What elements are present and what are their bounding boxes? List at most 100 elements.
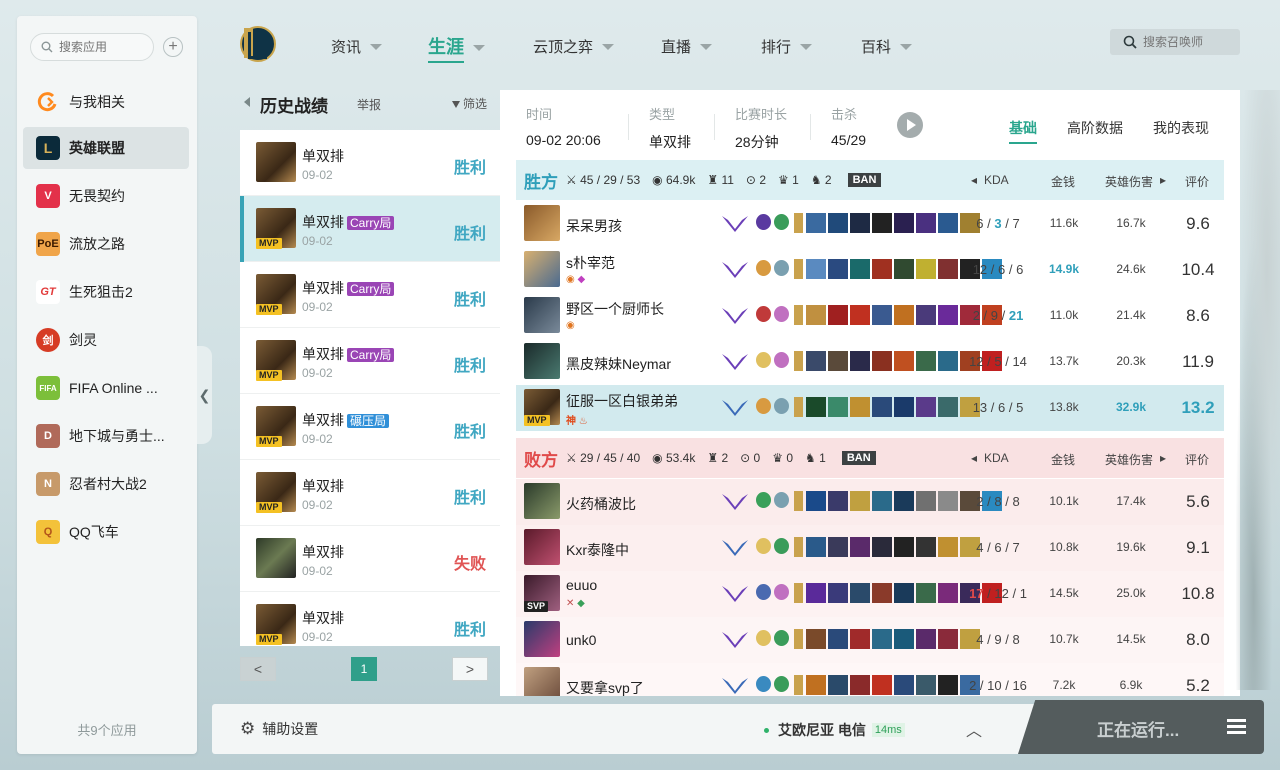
menu-icon[interactable] [1227, 719, 1246, 734]
match-row[interactable]: MVP 单双排 09-02 胜利 [240, 592, 500, 646]
inhibitor-icon: ⊙ [740, 451, 751, 465]
chevron-right-icon[interactable]: ▸ [1160, 451, 1166, 465]
team-inhibitors: ⊙ 0 [740, 451, 761, 465]
match-row[interactable]: MVP 单双排 Carry局 09-02 胜利 [240, 262, 500, 328]
running-status: 正在运行... [1097, 721, 1180, 740]
match-type: 单双排 Carry局 [302, 212, 395, 232]
mvp-badge: MVP [256, 370, 282, 381]
chevron-left-icon[interactable]: ◂ [971, 173, 977, 187]
runes [756, 676, 789, 692]
sidebar-item-qqspeed[interactable]: Q QQ飞车 [23, 511, 189, 553]
match-list: 单双排 09-02 胜利 MVP 单双排 Carry局 09-02 胜利 MVP … [240, 130, 500, 646]
sidebar-item-fifa[interactable]: FIFA FIFA Online ... [23, 367, 189, 409]
match-row[interactable]: MVP 单双排 09-02 胜利 [240, 460, 500, 526]
player-row-self[interactable]: MVP 征服一区白银弟弟 神 ♨ 13 / 6 / 5 13.8k 32.9k … [516, 385, 1224, 431]
player-kda: 2 / 8 / 8 [976, 494, 1020, 509]
sidebar-item-related[interactable]: 与我相关 [23, 81, 189, 123]
current-page[interactable]: 1 [351, 657, 377, 681]
player-score: 10.4 [1181, 260, 1215, 279]
filter-button[interactable]: 筛选 [452, 95, 487, 112]
sidebar-item-valorant[interactable]: V 无畏契约 [23, 175, 189, 217]
match-row[interactable]: 单双排 09-02 失败 [240, 526, 500, 592]
sidebar-item-dnf[interactable]: D 地下城与勇士... [23, 415, 189, 457]
player-row[interactable]: 黑皮辣妹Neymar 12 / 5 / 14 13.7k 20.3k 11.9 [516, 339, 1224, 385]
rank-emblem-icon [720, 350, 750, 374]
baron-icon: ♛ [772, 451, 783, 465]
nav-news[interactable]: 资讯 [331, 36, 383, 57]
mvp-badge: MVP [524, 415, 550, 426]
player-row[interactable]: Kxr泰隆中 4 / 6 / 7 10.8k 19.6k 9.1 [516, 525, 1224, 571]
rank-emblem-icon [720, 212, 750, 236]
match-row[interactable]: MVP 单双排 碾压局 09-02 胜利 [240, 394, 500, 460]
nav-live[interactable]: 直播 [661, 36, 713, 57]
player-row[interactable]: 火药桶波比 2 / 8 / 8 10.1k 17.4k 5.6 [516, 479, 1224, 525]
rank-emblem-icon [720, 304, 750, 328]
nav-tft[interactable]: 云顶之弈 [533, 36, 615, 57]
player-row[interactable]: 呆呆男孩 6 / 3 / 7 11.6k 16.7k 9.6 [516, 201, 1224, 247]
tab-my-performance[interactable]: 我的表现 [1153, 118, 1209, 138]
sidebar-item-ninja[interactable]: N 忍者村大战2 [23, 463, 189, 505]
chevron-up-icon[interactable]: ︿ [966, 717, 982, 741]
rank-emblem-icon [720, 582, 750, 606]
sidebar-item-sniper[interactable]: GT 生死狙击2 [23, 271, 189, 313]
match-row[interactable]: MVP 单双排 Carry局 09-02 胜利 [240, 328, 500, 394]
match-date: 09-02 [302, 234, 333, 248]
player-name: 又要拿svp了 [566, 680, 644, 696]
team-name: 胜方 [524, 172, 558, 192]
col-kda: KDA [984, 173, 1009, 187]
champion-avatar [524, 205, 560, 241]
tab-advanced[interactable]: 高阶数据 [1067, 118, 1123, 138]
chevron-left-icon[interactable]: ◂ [971, 451, 977, 465]
match-result: 失败 [453, 556, 486, 573]
dragon-icon: ♞ [805, 451, 816, 465]
match-type: 单双排 [302, 610, 344, 626]
report-link[interactable]: 举报 [357, 96, 381, 113]
player-kda: 4 / 6 / 7 [976, 540, 1020, 555]
ban-badge[interactable]: BAN [847, 173, 882, 187]
add-app-button[interactable]: + [163, 37, 183, 57]
sidebar-item-bladesoul[interactable]: 剑 剑灵 [23, 319, 189, 361]
triangle-left-icon[interactable] [244, 97, 250, 107]
match-row[interactable]: 单双排 09-02 胜利 [240, 130, 500, 196]
running-panel[interactable]: 正在运行... [1018, 700, 1264, 754]
server-status[interactable]: 艾欧尼亚 电信 14ms [764, 720, 905, 740]
player-row[interactable]: SVP euuo ✕ ◆ 17 / 12 / 1 14.5k 25.0k 10.… [516, 571, 1224, 617]
player-name: s朴宰范 [566, 255, 615, 271]
replay-button[interactable] [897, 112, 923, 138]
runes [756, 584, 789, 600]
nav-wiki[interactable]: 百科 [861, 36, 913, 57]
tab-basic[interactable]: 基础 [1009, 118, 1037, 144]
apps-count-label: 共9个应用 [77, 723, 137, 738]
summoner-search-field[interactable] [1110, 29, 1240, 55]
lose-team-header: 败方 ⚔ 29 / 45 / 40 ◉ 53.4k ♜ 2 ⊙ 0 ♛ 0 ♞ … [516, 438, 1224, 478]
online-dot-icon [764, 727, 769, 733]
player-row[interactable]: 野区一个厨师长 ◉ 2 / 9 / 21 11.0k 21.4k 8.6 [516, 293, 1224, 339]
gear-icon: ⚙ [240, 719, 256, 738]
player-damage: 20.3k [1116, 354, 1146, 368]
summoner-search-input[interactable] [1143, 35, 1233, 49]
nav-career[interactable]: 生涯 [428, 33, 485, 63]
sidebar-item-label: 生死狙击2 [69, 284, 133, 300]
match-row[interactable]: MVP 单双排 Carry局 09-02 胜利 [240, 196, 500, 262]
stat-type: 类型 单双排 [649, 107, 691, 150]
ban-badge[interactable]: BAN [841, 451, 876, 465]
collapse-sidebar-handle[interactable]: ❮ [197, 346, 212, 444]
chevron-right-icon[interactable]: ▸ [1160, 173, 1166, 187]
search-apps-field[interactable] [30, 33, 154, 61]
player-row[interactable]: unk0 4 / 9 / 8 10.7k 14.5k 8.0 [516, 617, 1224, 663]
player-row[interactable]: s朴宰范 ◉ ◆ 12 / 6 / 6 14.9k 24.6k 10.4 [516, 247, 1224, 293]
team-towers: ♜ 2 [707, 451, 729, 465]
sidebar-item-poe[interactable]: PoE 流放之路 [23, 223, 189, 265]
match-type: 单双排 [302, 544, 344, 560]
nav-ranking[interactable]: 排行 [761, 36, 813, 57]
champion-avatar [524, 529, 560, 565]
sidebar-item-lol[interactable]: L 英雄联盟 [23, 127, 189, 169]
match-date: 09-02 [302, 630, 333, 644]
settings-button[interactable]: ⚙ 辅助设置 [240, 719, 318, 739]
player-score: 5.2 [1186, 676, 1210, 695]
next-page-button[interactable]: > [452, 657, 488, 681]
search-apps-input[interactable] [59, 40, 149, 54]
prev-page-button[interactable]: < [240, 657, 276, 681]
player-row[interactable]: 又要拿svp了 2 / 10 / 16 7.2k 6.9k 5.2 [516, 663, 1224, 696]
lol-logo [238, 24, 276, 64]
